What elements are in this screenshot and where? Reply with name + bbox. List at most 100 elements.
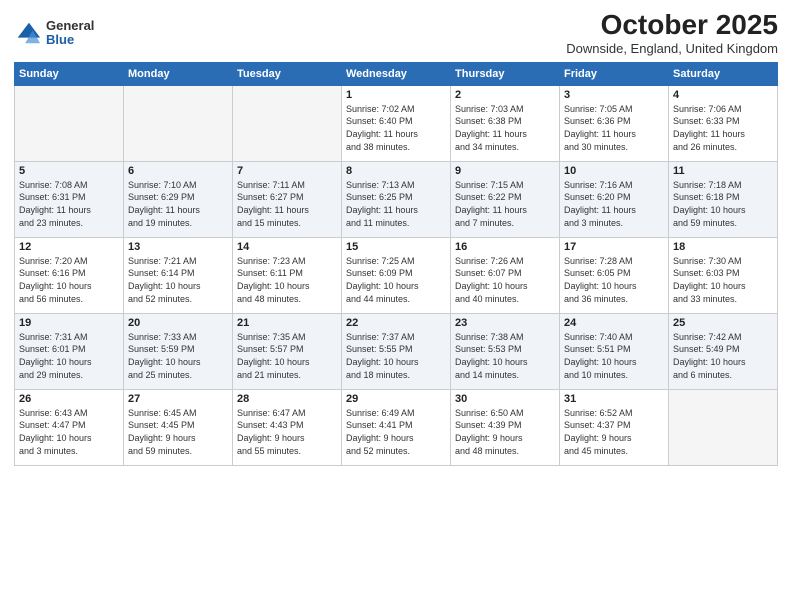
day-number: 21 xyxy=(237,317,337,329)
day-info: Sunrise: 7:16 AMSunset: 6:20 PMDaylight:… xyxy=(564,179,664,229)
day-info: Sunrise: 7:18 AMSunset: 6:18 PMDaylight:… xyxy=(673,179,773,229)
calendar-cell: 17 Sunrise: 7:28 AMSunset: 6:05 PMDayligh… xyxy=(560,237,669,313)
day-info: Sunrise: 7:03 AMSunset: 6:38 PMDaylight:… xyxy=(455,103,555,153)
calendar-cell xyxy=(124,85,233,161)
day-info: Sunrise: 6:43 AMSunset: 4:47 PMDaylight:… xyxy=(19,407,119,457)
weekday-header-sunday: Sunday xyxy=(15,62,124,85)
day-number: 11 xyxy=(673,165,773,177)
calendar-cell: 25 Sunrise: 7:42 AMSunset: 5:49 PMDayligh… xyxy=(669,313,778,389)
day-info: Sunrise: 7:28 AMSunset: 6:05 PMDaylight:… xyxy=(564,255,664,305)
day-info: Sunrise: 7:26 AMSunset: 6:07 PMDaylight:… xyxy=(455,255,555,305)
day-info: Sunrise: 7:08 AMSunset: 6:31 PMDaylight:… xyxy=(19,179,119,229)
day-number: 17 xyxy=(564,241,664,253)
weekday-header-thursday: Thursday xyxy=(451,62,560,85)
logo: General Blue xyxy=(14,19,94,48)
calendar-cell: 13 Sunrise: 7:21 AMSunset: 6:14 PMDayligh… xyxy=(124,237,233,313)
calendar-cell: 30Sunrise: 6:50 AMSunset: 4:39 PMDayligh… xyxy=(451,389,560,465)
calendar-week-row: 12 Sunrise: 7:20 AMSunset: 6:16 PMDayligh… xyxy=(15,237,778,313)
day-info: Sunrise: 7:40 AMSunset: 5:51 PMDaylight:… xyxy=(564,331,664,381)
logo-blue-text: Blue xyxy=(46,33,94,47)
page: General Blue October 2025 Downside, Engl… xyxy=(0,0,792,612)
day-info: Sunrise: 7:05 AMSunset: 6:36 PMDaylight:… xyxy=(564,103,664,153)
day-info: Sunrise: 7:37 AMSunset: 5:55 PMDaylight:… xyxy=(346,331,446,381)
calendar-week-row: 19 Sunrise: 7:31 AMSunset: 6:01 PMDayligh… xyxy=(15,313,778,389)
calendar-cell: 28 Sunrise: 6:47 AMSunset: 4:43 PMDayligh… xyxy=(233,389,342,465)
calendar-cell xyxy=(233,85,342,161)
day-info: Sunrise: 7:02 AMSunset: 6:40 PMDaylight:… xyxy=(346,103,446,153)
calendar-cell: 16 Sunrise: 7:26 AMSunset: 6:07 PMDayligh… xyxy=(451,237,560,313)
day-info: Sunrise: 7:38 AMSunset: 5:53 PMDaylight:… xyxy=(455,331,555,381)
day-info: Sunrise: 7:25 AMSunset: 6:09 PMDaylight:… xyxy=(346,255,446,305)
day-number: 8 xyxy=(346,165,446,177)
day-number: 28 xyxy=(237,393,337,405)
calendar-cell: 20 Sunrise: 7:33 AMSunset: 5:59 PMDayligh… xyxy=(124,313,233,389)
day-number: 30 xyxy=(455,393,555,405)
title-block: October 2025 Downside, England, United K… xyxy=(566,10,778,56)
logo-text: General Blue xyxy=(46,19,94,48)
logo-icon xyxy=(14,19,42,47)
day-info: Sunrise: 7:31 AMSunset: 6:01 PMDaylight:… xyxy=(19,331,119,381)
day-number: 16 xyxy=(455,241,555,253)
day-info: Sunrise: 7:10 AMSunset: 6:29 PMDaylight:… xyxy=(128,179,228,229)
weekday-header-friday: Friday xyxy=(560,62,669,85)
day-number: 14 xyxy=(237,241,337,253)
calendar-cell: 10 Sunrise: 7:16 AMSunset: 6:20 PMDayligh… xyxy=(560,161,669,237)
day-info: Sunrise: 7:15 AMSunset: 6:22 PMDaylight:… xyxy=(455,179,555,229)
day-info: Sunrise: 7:30 AMSunset: 6:03 PMDaylight:… xyxy=(673,255,773,305)
day-info: Sunrise: 6:52 AMSunset: 4:37 PMDaylight:… xyxy=(564,407,664,457)
calendar-cell xyxy=(15,85,124,161)
day-number: 4 xyxy=(673,89,773,101)
day-number: 24 xyxy=(564,317,664,329)
header: General Blue October 2025 Downside, Engl… xyxy=(14,10,778,56)
day-number: 1 xyxy=(346,89,446,101)
day-number: 5 xyxy=(19,165,119,177)
day-number: 2 xyxy=(455,89,555,101)
day-number: 19 xyxy=(19,317,119,329)
calendar-cell: 9 Sunrise: 7:15 AMSunset: 6:22 PMDaylight… xyxy=(451,161,560,237)
logo-general-text: General xyxy=(46,19,94,33)
calendar-cell: 21 Sunrise: 7:35 AMSunset: 5:57 PMDayligh… xyxy=(233,313,342,389)
day-number: 10 xyxy=(564,165,664,177)
day-number: 6 xyxy=(128,165,228,177)
calendar-week-row: 5 Sunrise: 7:08 AMSunset: 6:31 PMDaylight… xyxy=(15,161,778,237)
day-info: Sunrise: 7:06 AMSunset: 6:33 PMDaylight:… xyxy=(673,103,773,153)
calendar-cell: 6 Sunrise: 7:10 AMSunset: 6:29 PMDaylight… xyxy=(124,161,233,237)
day-number: 9 xyxy=(455,165,555,177)
calendar-cell: 23 Sunrise: 7:38 AMSunset: 5:53 PMDayligh… xyxy=(451,313,560,389)
calendar-cell: 26 Sunrise: 6:43 AMSunset: 4:47 PMDayligh… xyxy=(15,389,124,465)
calendar-week-row: 1 Sunrise: 7:02 AMSunset: 6:40 PMDaylight… xyxy=(15,85,778,161)
calendar-cell: 5 Sunrise: 7:08 AMSunset: 6:31 PMDaylight… xyxy=(15,161,124,237)
day-info: Sunrise: 7:11 AMSunset: 6:27 PMDaylight:… xyxy=(237,179,337,229)
day-info: Sunrise: 6:47 AMSunset: 4:43 PMDaylight:… xyxy=(237,407,337,457)
weekday-header-row: SundayMondayTuesdayWednesdayThursdayFrid… xyxy=(15,62,778,85)
day-number: 23 xyxy=(455,317,555,329)
day-info: Sunrise: 7:23 AMSunset: 6:11 PMDaylight:… xyxy=(237,255,337,305)
day-number: 27 xyxy=(128,393,228,405)
calendar-cell: 31 Sunrise: 6:52 AMSunset: 4:37 PMDayligh… xyxy=(560,389,669,465)
day-number: 12 xyxy=(19,241,119,253)
calendar-cell: 24 Sunrise: 7:40 AMSunset: 5:51 PMDayligh… xyxy=(560,313,669,389)
day-number: 18 xyxy=(673,241,773,253)
day-number: 26 xyxy=(19,393,119,405)
calendar-cell: 1 Sunrise: 7:02 AMSunset: 6:40 PMDaylight… xyxy=(342,85,451,161)
calendar-cell: 18 Sunrise: 7:30 AMSunset: 6:03 PMDayligh… xyxy=(669,237,778,313)
day-info: Sunrise: 7:33 AMSunset: 5:59 PMDaylight:… xyxy=(128,331,228,381)
day-info: Sunrise: 7:35 AMSunset: 5:57 PMDaylight:… xyxy=(237,331,337,381)
location: Downside, England, United Kingdom xyxy=(566,41,778,56)
day-info: Sunrise: 7:21 AMSunset: 6:14 PMDaylight:… xyxy=(128,255,228,305)
calendar-cell: 29Sunrise: 6:49 AMSunset: 4:41 PMDayligh… xyxy=(342,389,451,465)
day-number: 25 xyxy=(673,317,773,329)
day-number: 13 xyxy=(128,241,228,253)
calendar-cell: 19 Sunrise: 7:31 AMSunset: 6:01 PMDayligh… xyxy=(15,313,124,389)
month-title: October 2025 xyxy=(566,10,778,41)
calendar-cell: 15 Sunrise: 7:25 AMSunset: 6:09 PMDayligh… xyxy=(342,237,451,313)
day-info: Sunrise: 7:20 AMSunset: 6:16 PMDaylight:… xyxy=(19,255,119,305)
calendar-cell: 11 Sunrise: 7:18 AMSunset: 6:18 PMDayligh… xyxy=(669,161,778,237)
day-number: 20 xyxy=(128,317,228,329)
day-info: Sunrise: 7:42 AMSunset: 5:49 PMDaylight:… xyxy=(673,331,773,381)
calendar-cell: 4 Sunrise: 7:06 AMSunset: 6:33 PMDaylight… xyxy=(669,85,778,161)
weekday-header-monday: Monday xyxy=(124,62,233,85)
day-info: Sunrise: 6:49 AMSunset: 4:41 PMDaylight:… xyxy=(346,407,446,457)
day-number: 31 xyxy=(564,393,664,405)
day-number: 15 xyxy=(346,241,446,253)
